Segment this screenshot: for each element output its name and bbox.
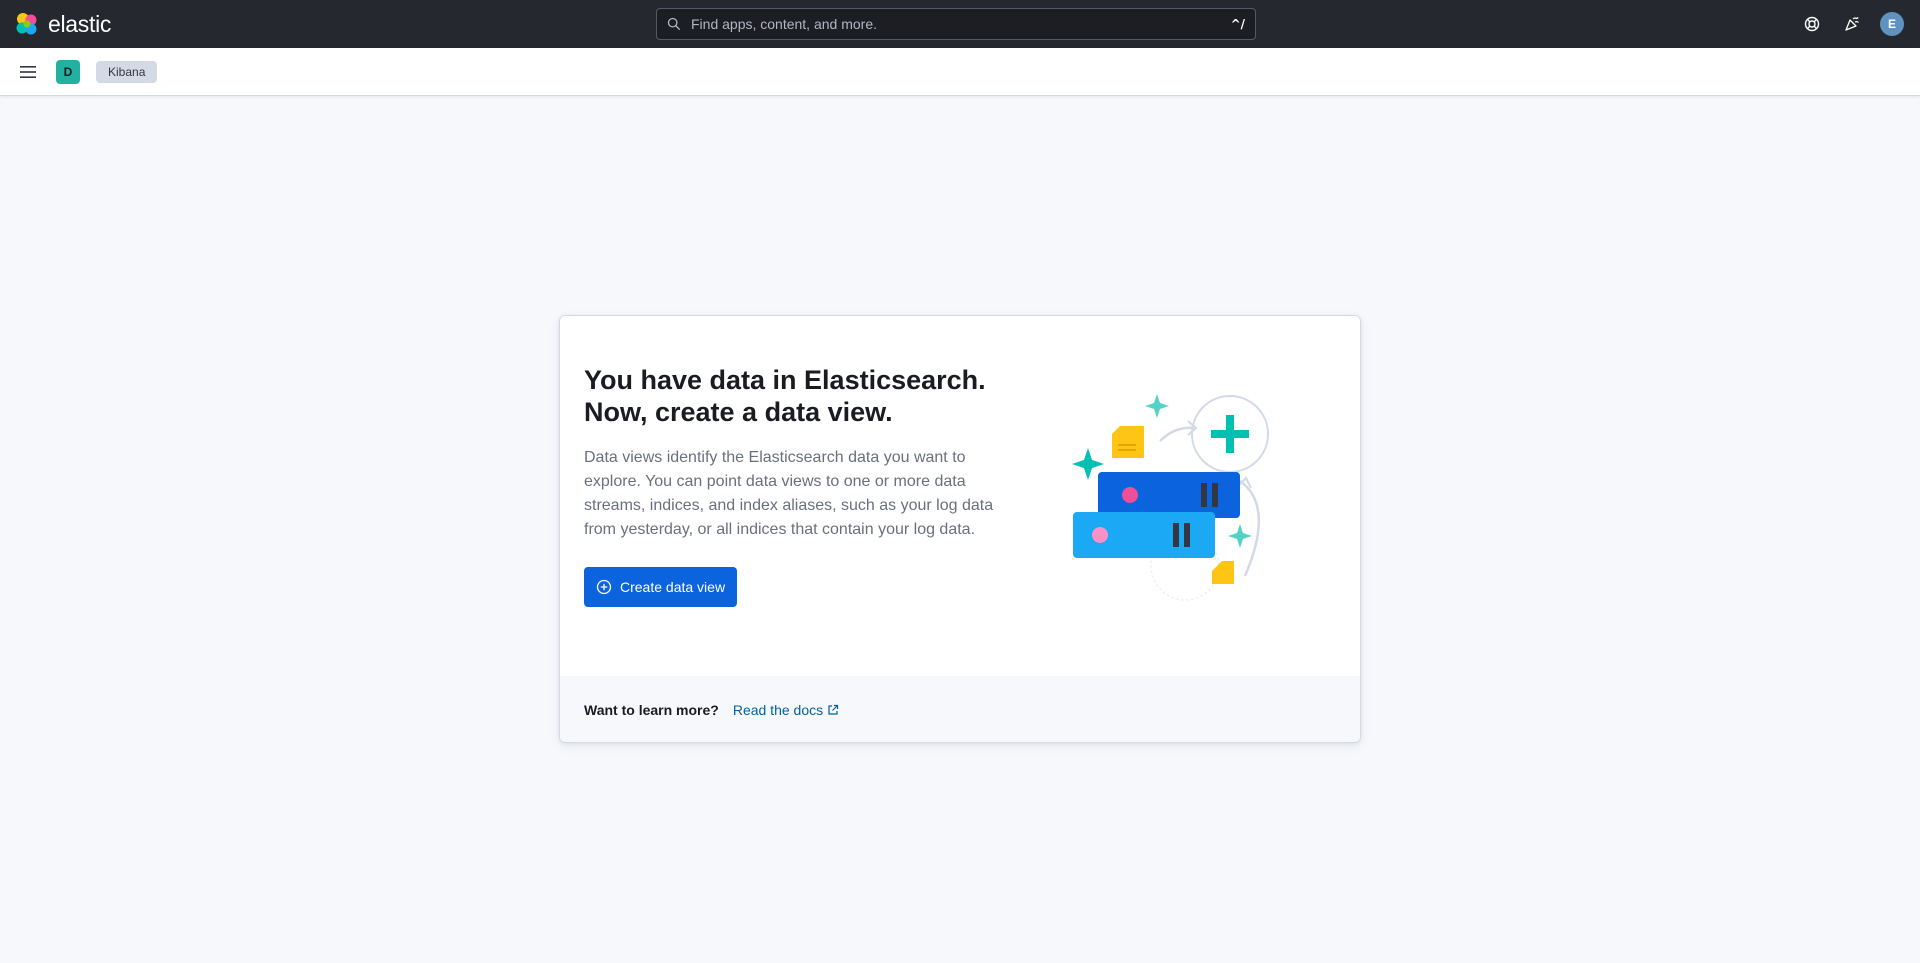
card-footer: Want to learn more? Read the docs [560,676,1360,742]
page-title: You have data in Elasticsearch. Now, cre… [584,364,1014,428]
top-header: elastic ^/ [0,0,1920,48]
read-docs-label: Read the docs [732,702,824,718]
read-docs-link[interactable]: Read the docs [733,702,839,718]
footer-label: Want to learn more? [584,702,719,718]
card-description: Data views identify the Elasticsearch da… [584,449,994,538]
search-icon [667,17,681,31]
elastic-logo[interactable]: elastic [14,11,111,38]
search-shortcut: ^/ [1230,17,1245,31]
card-body: You have data in Elasticsearch. Now, cre… [584,364,1014,607]
create-data-view-button[interactable]: Create data view [584,567,738,607]
space-avatar[interactable]: D [56,59,80,84]
breadcrumb: Kibana [96,60,158,83]
create-data-view-label: Create data view [620,579,726,595]
empty-state-card: You have data in Elasticsearch. Now, cre… [559,315,1361,743]
header-actions: E [1784,0,1904,48]
global-search[interactable]: ^/ [656,8,1256,40]
newsfeed-icon[interactable] [1840,12,1864,36]
search-input[interactable] [691,16,1231,32]
plus-circle-icon [596,579,612,595]
user-avatar[interactable]: E [1880,12,1904,36]
title-line-2: Now, create a data view. [584,397,893,427]
elastic-logo-icon [16,13,37,35]
title-line-1: You have data in Elasticsearch. [584,365,986,395]
sub-header: D Kibana [0,48,1920,96]
logo-text: elastic [48,10,112,37]
menu-icon[interactable] [16,60,40,84]
help-icon[interactable] [1800,12,1824,36]
data-view-illustration [1072,394,1269,601]
external-link-icon [828,704,839,715]
